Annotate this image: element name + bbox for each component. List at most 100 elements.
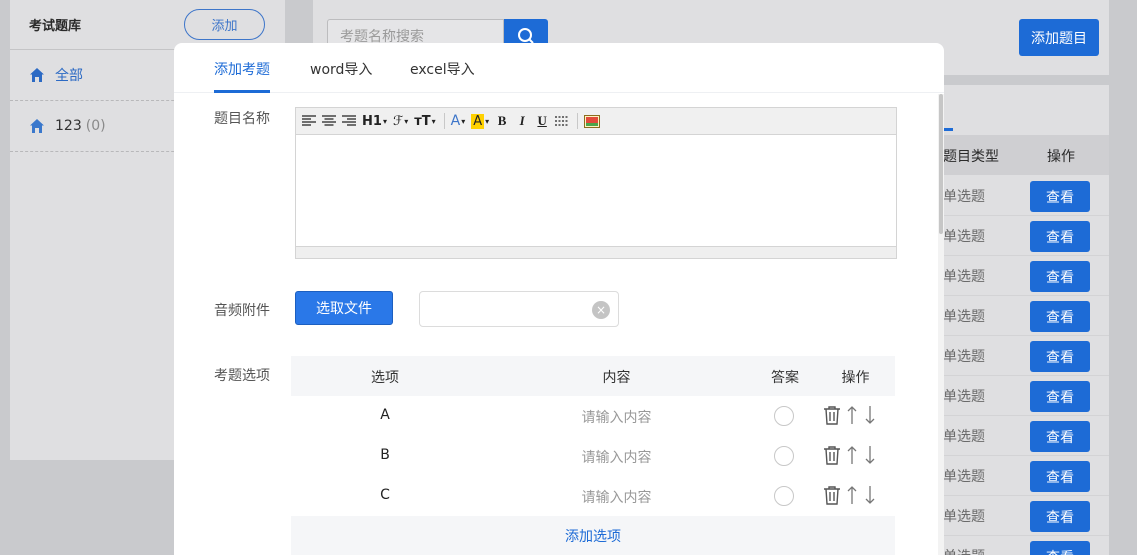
add-question-button[interactable]: 添加题目 xyxy=(1019,19,1099,56)
question-type: 单选题 xyxy=(943,429,985,445)
question-type: 单选题 xyxy=(943,389,985,405)
options-table: 选项 内容 答案 操作 A 请输入内容 B 请输入内容 C 请输入内容 添加选项 xyxy=(291,356,895,555)
home-icon xyxy=(30,119,44,133)
font-size-dropdown[interactable]: ᴛT ▾ xyxy=(414,111,435,131)
trash-icon[interactable] xyxy=(823,485,841,505)
heading-label: H1 xyxy=(362,113,382,129)
sidebar-item-label: 123 xyxy=(55,118,82,134)
question-name-label: 题目名称 xyxy=(214,111,270,127)
view-button[interactable]: 查看 xyxy=(1030,461,1090,492)
choose-file-button[interactable]: 选取文件 xyxy=(295,291,393,325)
question-type: 单选题 xyxy=(943,546,985,555)
option-key: C xyxy=(380,487,390,503)
question-type: 单选题 xyxy=(943,189,985,205)
column-header-action: 操作 xyxy=(1047,149,1075,165)
header-content: 内容 xyxy=(602,370,631,386)
italic-button[interactable]: I xyxy=(515,111,529,131)
tab-word-import[interactable]: word导入 xyxy=(310,59,372,79)
font-size-icon: ᴛT xyxy=(414,113,431,129)
dialog-tabs: 添加考题 word导入 excel导入 xyxy=(174,43,944,93)
clear-icon[interactable]: × xyxy=(592,301,610,319)
view-button[interactable]: 查看 xyxy=(1030,541,1090,555)
font-color-dropdown[interactable]: A ▾ xyxy=(451,111,466,131)
trash-icon[interactable] xyxy=(823,445,841,465)
sidebar-item-count: (0) xyxy=(85,118,106,134)
bold-icon: B xyxy=(497,113,507,128)
option-key: B xyxy=(380,447,390,463)
view-button[interactable]: 查看 xyxy=(1030,341,1090,372)
search-icon xyxy=(518,27,534,44)
view-button[interactable]: 查看 xyxy=(1030,381,1090,412)
view-button[interactable]: 查看 xyxy=(1030,301,1090,332)
option-row: C 请输入内容 xyxy=(291,476,895,516)
heading-dropdown[interactable]: H1 ▾ xyxy=(362,111,387,131)
move-up-icon[interactable] xyxy=(847,405,857,425)
question-type: 单选题 xyxy=(943,269,985,285)
question-type: 单选题 xyxy=(943,229,985,245)
header-action: 操作 xyxy=(841,370,870,386)
trash-icon[interactable] xyxy=(823,405,841,425)
underline-button[interactable]: U xyxy=(535,111,549,131)
option-content-input[interactable]: 请输入内容 xyxy=(479,487,754,507)
option-content-input[interactable]: 请输入内容 xyxy=(479,447,754,467)
column-header-type: 题目类型 xyxy=(943,149,999,165)
option-key: A xyxy=(380,407,390,423)
question-type: 单选题 xyxy=(943,309,985,325)
tab-excel-import[interactable]: excel导入 xyxy=(410,59,475,79)
file-name-input[interactable]: × xyxy=(419,291,619,327)
question-options-label: 考题选项 xyxy=(214,368,270,384)
row-actions xyxy=(823,405,875,425)
align-right-icon[interactable] xyxy=(342,111,356,131)
row-actions xyxy=(823,445,875,465)
move-up-icon[interactable] xyxy=(847,445,857,465)
sidebar-item-label: 全部 xyxy=(55,68,83,84)
audio-attachment-label: 音频附件 xyxy=(214,303,270,319)
move-down-icon[interactable] xyxy=(865,405,875,425)
view-button[interactable]: 查看 xyxy=(1030,421,1090,452)
view-button[interactable]: 查看 xyxy=(1030,221,1090,252)
view-button[interactable]: 查看 xyxy=(1030,181,1090,212)
align-center-icon[interactable] xyxy=(322,111,336,131)
editor-toolbar: H1 ▾ ℱ ▾ ᴛT ▾ A ▾ A ▾ B I U xyxy=(296,108,896,135)
answer-radio[interactable] xyxy=(774,446,794,466)
background-color-icon: A xyxy=(471,113,485,129)
answer-radio[interactable] xyxy=(774,406,794,426)
view-button[interactable]: 查看 xyxy=(1030,261,1090,292)
background-color-dropdown[interactable]: A ▾ xyxy=(471,111,489,131)
options-table-header: 选项 内容 答案 操作 xyxy=(291,356,895,396)
toolbar-divider xyxy=(443,113,445,129)
align-left-icon[interactable] xyxy=(302,111,316,131)
view-button[interactable]: 查看 xyxy=(1030,501,1090,532)
move-down-icon[interactable] xyxy=(865,485,875,505)
row-actions xyxy=(823,485,875,505)
question-type: 单选题 xyxy=(943,469,985,485)
editor-resize-bar[interactable] xyxy=(296,246,896,258)
active-tab-indicator xyxy=(214,90,270,93)
editor-content-area[interactable] xyxy=(296,135,896,246)
table-icon[interactable] xyxy=(555,111,570,131)
option-row: A 请输入内容 xyxy=(291,396,895,436)
add-bank-button[interactable]: 添加 xyxy=(184,9,265,40)
header-option: 选项 xyxy=(371,370,399,386)
font-family-dropdown[interactable]: ℱ ▾ xyxy=(393,111,408,131)
italic-icon: I xyxy=(519,113,525,128)
bold-button[interactable]: B xyxy=(495,111,509,131)
header-answer: 答案 xyxy=(771,370,799,386)
add-question-dialog: 添加考题 word导入 excel导入 题目名称 H1 ▾ ℱ ▾ ᴛT ▾ A ▾ A… xyxy=(174,43,944,555)
font-family-icon: ℱ xyxy=(392,113,404,129)
add-option-button[interactable]: 添加选项 xyxy=(291,516,895,555)
move-up-icon[interactable] xyxy=(847,485,857,505)
move-down-icon[interactable] xyxy=(865,445,875,465)
scrollbar-thumb[interactable] xyxy=(939,94,943,234)
font-color-icon: A xyxy=(450,113,461,129)
question-type: 单选题 xyxy=(943,509,985,525)
answer-radio[interactable] xyxy=(774,486,794,506)
underline-icon: U xyxy=(537,113,547,128)
tab-add-question[interactable]: 添加考题 xyxy=(214,59,270,79)
sidebar-title: 考试题库 xyxy=(29,19,82,34)
home-icon xyxy=(30,68,44,82)
toolbar-divider xyxy=(577,113,579,129)
option-content-input[interactable]: 请输入内容 xyxy=(479,407,754,427)
option-row: B 请输入内容 xyxy=(291,436,895,476)
insert-image-icon[interactable] xyxy=(584,111,601,131)
